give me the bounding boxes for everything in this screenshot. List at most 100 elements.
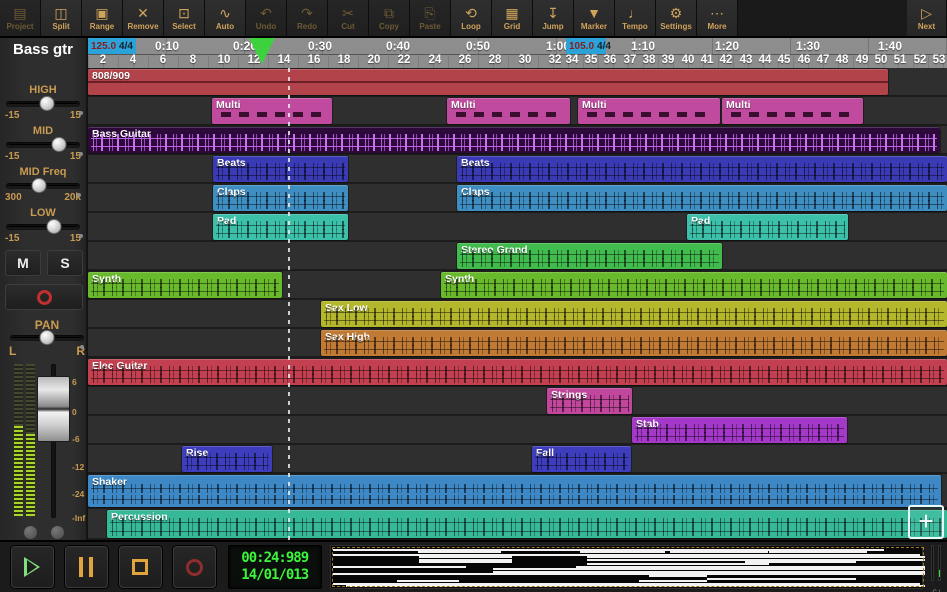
- toolbar-button-settings[interactable]: ⚙Settings: [656, 0, 696, 36]
- toolbar-button-remove[interactable]: ✕Remove: [123, 0, 163, 36]
- ruler-bar-32: 32: [549, 54, 562, 66]
- arm-record-button[interactable]: [5, 284, 83, 310]
- toolbar-button-undo[interactable]: ↶Undo: [246, 0, 286, 36]
- record-button[interactable]: [173, 546, 216, 588]
- waveform: [91, 484, 938, 493]
- panel-dot-button-2[interactable]: [51, 526, 64, 539]
- clip-multi[interactable]: Multi: [212, 98, 332, 124]
- toolbar-button-jump[interactable]: ↧Jump: [533, 0, 573, 36]
- clip-claps[interactable]: Claps: [457, 185, 947, 211]
- clip-pad[interactable]: Pad: [213, 214, 348, 240]
- clip-beats[interactable]: Beats: [457, 156, 947, 182]
- clip-synth[interactable]: Synth: [441, 272, 947, 298]
- clip-sax-high[interactable]: Sax High: [321, 330, 947, 356]
- ruler-bar-34: 34: [566, 54, 579, 66]
- arrangement-area[interactable]: 808/909 Multi Multi Multi Multi Bass Guitar Be…: [88, 68, 947, 540]
- solo-button[interactable]: S: [47, 250, 83, 276]
- eq-mid-slider[interactable]: [6, 138, 80, 151]
- toolbar-button-tempo[interactable]: ♩Tempo: [615, 0, 655, 36]
- selected-track-name: Bass gtr: [0, 41, 86, 58]
- clip-bass-guitar[interactable]: Bass Guitar: [88, 127, 940, 153]
- playback-marker-icon[interactable]: [249, 38, 275, 64]
- tempo-marker-1[interactable]: 125.04/4: [88, 38, 136, 54]
- time-signature: 4/4: [597, 41, 611, 52]
- clip-stereo-grand[interactable]: Stereo Grand: [457, 243, 722, 269]
- toolbar-button-copy[interactable]: ⧉Copy: [369, 0, 409, 36]
- pan-knob[interactable]: [40, 330, 55, 345]
- pause-icon: [79, 557, 93, 577]
- clip-stab[interactable]: Stab: [632, 417, 847, 443]
- ruler-bar-10: 10: [218, 54, 231, 66]
- eq-high-slider[interactable]: [6, 97, 80, 110]
- eq-low-slider[interactable]: [6, 220, 80, 233]
- eq-low-knob[interactable]: [47, 219, 62, 234]
- midi-notes: [221, 112, 323, 117]
- pan-range: LR: [8, 344, 86, 356]
- clip-claps[interactable]: Claps: [213, 185, 348, 211]
- clip-label: Multi: [582, 99, 607, 111]
- eq-high-knob[interactable]: [39, 96, 54, 111]
- ruler-bar-51: 51: [894, 54, 907, 66]
- side-meter-slot-2: [938, 545, 941, 581]
- pan-slider[interactable]: [10, 331, 84, 344]
- eq-mid-freq-knob[interactable]: [32, 178, 47, 193]
- mute-button[interactable]: M: [5, 250, 41, 276]
- eq-mid-freq-range: 30020k: [4, 192, 82, 204]
- panel-dot-button-1[interactable]: [24, 526, 37, 539]
- ruler-bar-26: 26: [459, 54, 472, 66]
- ruler-bar-48: 48: [836, 54, 849, 66]
- ruler-bar-28: 28: [489, 54, 502, 66]
- toolbar-label-select: Select: [172, 22, 196, 31]
- ruler-bar-35: 35: [585, 54, 598, 66]
- clip-rise[interactable]: Rise: [182, 446, 272, 472]
- clip-elec-guitar[interactable]: Elec Guitar: [88, 359, 947, 385]
- redo-icon: ↷: [301, 6, 313, 21]
- clip-percussion[interactable]: Percussion: [107, 510, 947, 538]
- toolbar-button-more[interactable]: ⋯More: [697, 0, 737, 36]
- toolbar-button-paste[interactable]: ⎘Paste: [410, 0, 450, 36]
- stop-button[interactable]: [119, 546, 162, 588]
- ruler-time-0-50: 0:50: [466, 39, 490, 53]
- volume-fader-handle[interactable]: [37, 376, 70, 442]
- ruler-bar-18: 18: [338, 54, 351, 66]
- toolbar-button-select[interactable]: ⊡Select: [164, 0, 204, 36]
- next-button[interactable]: ▷ Next: [907, 0, 946, 36]
- clip-sax-low[interactable]: Sax Low: [321, 301, 947, 327]
- toolbar-label-grid: Grid: [504, 22, 520, 31]
- toolbar-label-project: Project: [6, 22, 33, 31]
- clip-fall[interactable]: Fall: [532, 446, 631, 472]
- toolbar-button-grid[interactable]: ▦Grid: [492, 0, 532, 36]
- eq-mid-knob[interactable]: [52, 137, 67, 152]
- toolbar-button-marker[interactable]: ▼Marker: [574, 0, 614, 36]
- clip-pad[interactable]: Pad: [687, 214, 848, 240]
- clip-strings[interactable]: Strings: [547, 388, 632, 414]
- toolbar-button-redo[interactable]: ↷Redo: [287, 0, 327, 36]
- arrangement-overview[interactable]: [330, 545, 923, 589]
- toolbar-button-range[interactable]: ▣Range: [82, 0, 122, 36]
- clip-beats[interactable]: Beats: [213, 156, 348, 182]
- eq-mid-freq-center-dot: [77, 193, 81, 197]
- toolbar-button-cut[interactable]: ✂Cut: [328, 0, 368, 36]
- clip-multi[interactable]: Multi: [578, 98, 720, 124]
- toolbar-button-split[interactable]: ◫Split: [41, 0, 81, 36]
- play-button[interactable]: [11, 546, 54, 588]
- track-lane-12[interactable]: [88, 387, 947, 416]
- tempo-marker-2[interactable]: 105.04/4: [566, 38, 606, 54]
- toolbar-label-cut: Cut: [341, 22, 354, 31]
- add-track-button[interactable]: +: [908, 505, 944, 539]
- eq-high-range: -1515: [4, 110, 82, 122]
- pause-button[interactable]: [65, 546, 108, 588]
- marker-icon: ▼: [587, 6, 601, 21]
- overview-viewport[interactable]: [332, 547, 924, 587]
- clip-shaker[interactable]: Shaker: [88, 475, 941, 507]
- clip-multi[interactable]: Multi: [722, 98, 863, 124]
- clip-808-909[interactable]: 808/909: [88, 69, 888, 95]
- timeline-ruler[interactable]: 0:100:200:300:400:501:001:101:201:301:40…: [88, 38, 947, 68]
- clip-multi[interactable]: Multi: [447, 98, 570, 124]
- toolbar-button-project[interactable]: ▤Project: [0, 0, 40, 36]
- toolbar-button-auto[interactable]: ∿Auto: [205, 0, 245, 36]
- clip-synth[interactable]: Synth: [88, 272, 282, 298]
- toolbar-label-jump: Jump: [542, 22, 563, 31]
- toolbar-button-loop[interactable]: ⟲Loop: [451, 0, 491, 36]
- eq-mid-freq-slider[interactable]: [6, 179, 80, 192]
